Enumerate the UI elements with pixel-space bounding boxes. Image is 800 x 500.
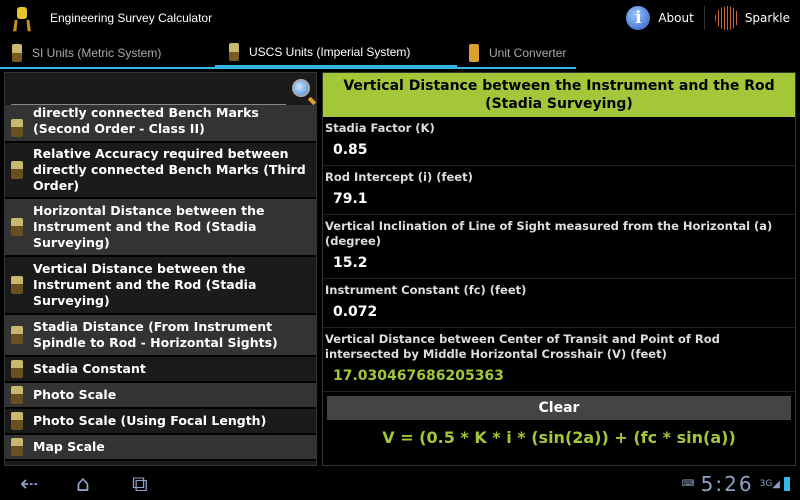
calculation-list[interactable]: directly connected Bench Marks (Second O… — [4, 72, 317, 466]
list-item[interactable]: Vertical Distance between the Instrument… — [5, 257, 316, 315]
tab-unit-converter[interactable]: Unit Converter — [457, 38, 576, 67]
tab-label: USCS Units (Imperial System) — [249, 44, 411, 59]
surveyor-icon — [11, 276, 23, 294]
instrument-constant-label: Instrument Constant (fc) (feet) — [325, 283, 527, 297]
rod-intercept-label: Rod Intercept (i) (feet) — [325, 170, 473, 184]
tab-si-units[interactable]: SI Units (Metric System) — [0, 38, 215, 67]
clear-button[interactable]: Clear — [327, 396, 791, 420]
about-info-icon[interactable]: i — [626, 6, 651, 30]
tab-uscs-units[interactable]: USCS Units (Imperial System) — [215, 38, 457, 69]
list-item[interactable]: Relative Accuracy required between direc… — [5, 143, 316, 199]
list-item-label: Photo Scale — [33, 387, 117, 402]
list-item-label: Horizontal Distance between the Instrume… — [33, 203, 265, 250]
tab-label: Unit Converter — [489, 45, 567, 60]
rod-intercept-input[interactable]: 79.1 — [323, 185, 795, 215]
home-icon[interactable]: ⌂ — [76, 472, 112, 497]
surveyor-icon — [11, 326, 23, 344]
result-label: Vertical Distance between Center of Tran… — [325, 332, 720, 361]
app-title: Engineering Survey Calculator — [50, 11, 213, 25]
scales-icon — [469, 43, 479, 62]
list-item-label: directly connected Bench Marks (Second O… — [33, 105, 259, 136]
about-button[interactable]: About — [658, 11, 693, 25]
inclination-label: Vertical Inclination of Line of Sight me… — [325, 219, 773, 248]
surveyor-icon — [11, 386, 23, 404]
system-bar: ⇠ ⌂ ⧉ ⌨ 5:26 3G ◢ — [0, 468, 800, 500]
list-item-label: Vertical Distance between the Instrument… — [33, 261, 257, 308]
calculation-title: Vertical Distance between the Instrument… — [323, 73, 795, 117]
surveyor-icon — [11, 119, 23, 137]
search-bar — [5, 73, 316, 109]
surveyor-icon — [229, 42, 239, 61]
instrument-constant-input[interactable]: 0.072 — [323, 298, 795, 328]
list-item[interactable]: Map Scale — [5, 435, 316, 461]
surveyor-icon — [11, 218, 23, 236]
divider — [703, 6, 705, 30]
sparkle-logo-icon[interactable] — [714, 6, 739, 30]
list-item[interactable]: Stadia Distance (From Instrument Spindle… — [5, 315, 316, 357]
stadia-factor-label: Stadia Factor (K) — [325, 121, 435, 135]
surveyor-icon — [11, 161, 23, 179]
list-item[interactable]: directly connected Bench Marks (Second O… — [5, 105, 316, 143]
list-item[interactable]: Horizontal Distance between the Instrume… — [5, 199, 316, 257]
list-item[interactable]: Photo Scale (Using Focal Length) — [5, 409, 316, 435]
signal-icon: ◢ — [772, 478, 780, 490]
list-item-label: Stadia Constant — [33, 361, 146, 376]
list-item[interactable]: Stadia Constant — [5, 357, 316, 383]
surveyor-logo-icon — [12, 5, 34, 32]
formula: V = (0.5 * K * i * (sin(2a)) + (fc * sin… — [382, 428, 736, 447]
list-item-label: Relative Accuracy required between direc… — [33, 146, 306, 193]
surveyor-icon — [11, 438, 23, 456]
tab-bar: SI Units (Metric System) USCS Units (Imp… — [0, 38, 576, 69]
surveyor-icon — [11, 360, 23, 378]
calculator-panel: Vertical Distance between the Instrument… — [322, 72, 796, 466]
result-value: 17.030467686205363 — [323, 362, 795, 392]
battery-icon — [784, 477, 790, 491]
surveyor-icon — [12, 43, 22, 62]
keyboard-icon[interactable]: ⌨ — [682, 479, 695, 489]
search-icon[interactable] — [292, 79, 310, 97]
search-input[interactable] — [11, 104, 286, 105]
back-icon[interactable]: ⇠ — [20, 472, 56, 497]
action-bar: Engineering Survey Calculator i About Sp… — [0, 0, 800, 36]
network-type: 3G — [759, 479, 773, 489]
tab-label: SI Units (Metric System) — [32, 45, 162, 60]
stadia-factor-input[interactable]: 0.85 — [323, 136, 795, 166]
list-item-label: Photo Scale (Using Focal Length) — [33, 413, 267, 428]
recent-apps-icon[interactable]: ⧉ — [132, 472, 168, 497]
inclination-input[interactable]: 15.2 — [323, 249, 795, 279]
clock[interactable]: 5:26 — [701, 472, 754, 496]
list-item[interactable]: Photo Scale — [5, 383, 316, 409]
list-item-label: Stadia Distance (From Instrument Spindle… — [33, 319, 278, 350]
sparkle-button[interactable]: Sparkle — [745, 11, 790, 25]
list-item-label: Map Scale — [33, 439, 105, 454]
surveyor-icon — [11, 412, 23, 430]
